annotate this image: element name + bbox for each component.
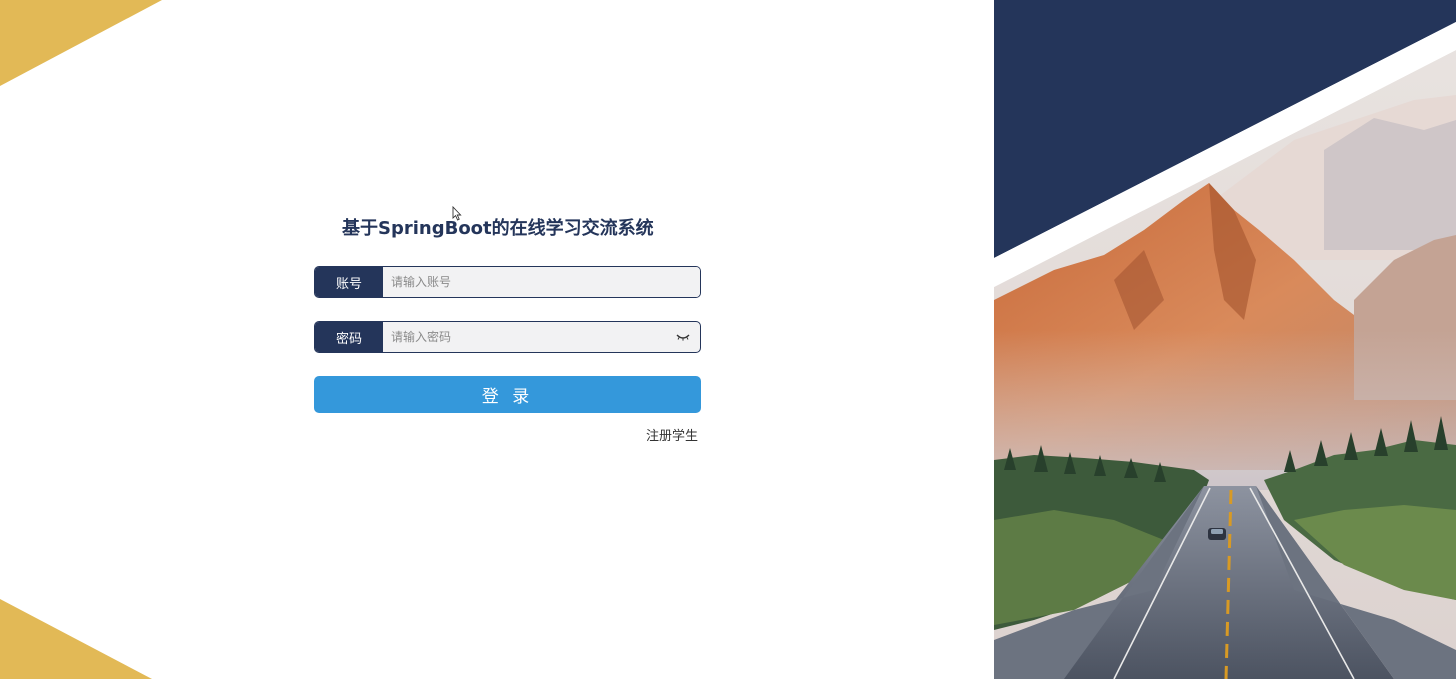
mouse-pointer-icon — [452, 206, 462, 221]
password-input[interactable] — [383, 322, 666, 352]
account-field: 账号 — [314, 266, 701, 298]
page-title: 基于SpringBoot的在线学习交流系统 — [342, 218, 654, 239]
account-input[interactable] — [383, 267, 700, 297]
gold-corner-top-left — [0, 0, 162, 86]
eye-closed-icon[interactable] — [666, 322, 700, 352]
register-student-link[interactable]: 注册学生 — [646, 425, 698, 444]
login-page: 基于SpringBoot的在线学习交流系统 账号 密码 登 录 注册学生 — [0, 0, 1456, 679]
login-button[interactable]: 登 录 — [314, 376, 701, 413]
password-label: 密码 — [315, 322, 383, 352]
gold-corner-bottom-left — [0, 599, 152, 679]
account-label: 账号 — [315, 267, 383, 297]
password-field: 密码 — [314, 321, 701, 353]
hero-landscape-image — [994, 0, 1456, 679]
